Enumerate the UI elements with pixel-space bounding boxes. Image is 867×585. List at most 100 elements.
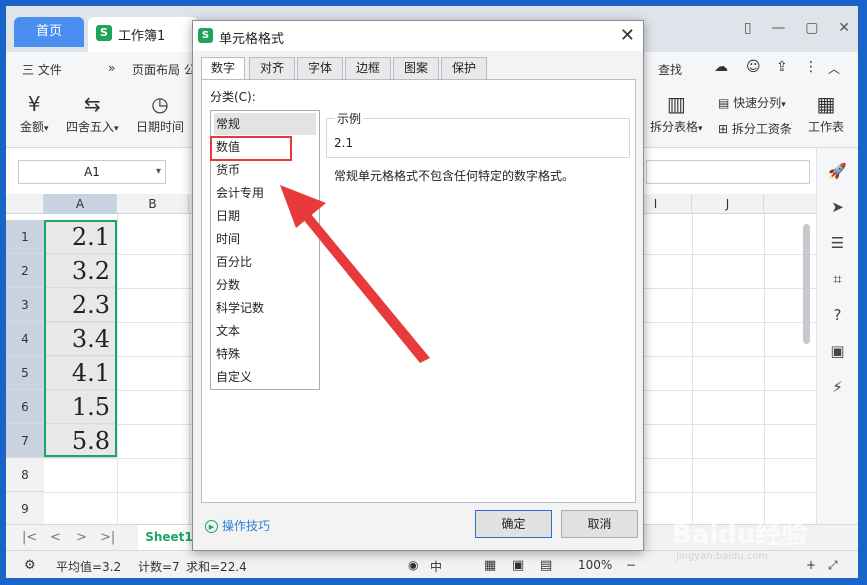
collapse-ribbon-icon[interactable]: ︿ [828, 60, 840, 77]
zoom-level[interactable]: 100% [578, 558, 612, 572]
zoom-out-icon[interactable]: − [626, 558, 636, 572]
row-header[interactable]: 9 [6, 492, 44, 524]
category-item-percentage[interactable]: 百分比 [214, 251, 316, 273]
category-item-time[interactable]: 时间 [214, 228, 316, 250]
column-header-b[interactable]: B [117, 194, 189, 214]
layout-icon[interactable]: ▯ [744, 20, 752, 36]
crop-icon[interactable]: ⌗ [817, 270, 858, 292]
currency-button[interactable]: ¥ 金额▾ [20, 90, 49, 135]
vertical-scrollbar[interactable] [800, 214, 812, 354]
rocket-icon[interactable]: 🚀 [817, 162, 858, 184]
category-item-accounting[interactable]: 会计专用 [214, 182, 316, 204]
category-item-scientific[interactable]: 科学记数 [214, 297, 316, 319]
dialog-title: 单元格格式 [219, 32, 285, 47]
select-all-corner[interactable] [6, 194, 44, 214]
quick-split-icon: ▤ [718, 96, 730, 110]
macro-icon[interactable]: ⚙ [24, 558, 36, 573]
scrollbar-thumb[interactable] [803, 224, 810, 344]
row-header[interactable]: 3 [6, 288, 44, 322]
close-icon[interactable]: ✕ [620, 25, 635, 46]
datetime-button[interactable]: ◷ 日期时间 [136, 90, 184, 135]
selection-range [44, 220, 117, 457]
category-item-custom[interactable]: 自定义 [214, 366, 316, 388]
gridline [117, 214, 118, 524]
page-view-icon[interactable]: ▣ [512, 558, 524, 573]
zoom-in-icon[interactable]: + [806, 558, 816, 572]
prev-sheet-icon[interactable]: < [50, 530, 61, 545]
cursor-icon[interactable]: ➤ [817, 198, 858, 220]
tab-protection[interactable]: 保护 [441, 57, 487, 79]
column-header-a[interactable]: A [44, 194, 117, 214]
image-icon[interactable]: ▣ [817, 342, 858, 364]
row-header[interactable]: 5 [6, 356, 44, 390]
tab-border[interactable]: 边框 [345, 57, 391, 79]
layout-view-icon[interactable]: ▤ [540, 558, 552, 573]
category-item-date[interactable]: 日期 [214, 205, 316, 227]
formula-input[interactable] [646, 160, 810, 184]
row-header[interactable]: 7 [6, 424, 44, 458]
wps-sheet-logo-icon: S [198, 28, 213, 43]
number-tab-panel: 分类(C): 常规 数值 货币 会计专用 日期 时间 百分比 分数 科学记数 文… [201, 79, 636, 503]
more-menu[interactable]: » [108, 61, 115, 75]
home-tab[interactable]: 首页 [14, 17, 84, 47]
next-sheet-icon[interactable]: > [76, 530, 87, 545]
baidu-watermark-url: jingyan.baidu.com [676, 551, 769, 562]
category-item-text[interactable]: 文本 [214, 320, 316, 342]
minimize-icon[interactable]: — [771, 20, 785, 36]
category-item-special[interactable]: 特殊 [214, 343, 316, 365]
round-button[interactable]: ⇆ 四舍五入▾ [66, 90, 119, 135]
split-payroll-button[interactable]: ⊞ 拆分工资条 [718, 120, 792, 137]
category-item-fraction[interactable]: 分数 [214, 274, 316, 296]
tab-number[interactable]: 数字 [201, 57, 245, 80]
document-tab[interactable]: S 工作簿1 [88, 17, 198, 52]
status-count: 计数=7 [138, 560, 180, 574]
sliders-icon[interactable]: ☰ [817, 234, 858, 256]
name-box[interactable]: A1 ▾ [18, 160, 166, 184]
tab-alignment[interactable]: 对齐 [249, 57, 295, 79]
name-box-dropdown-icon[interactable]: ▾ [156, 161, 161, 183]
worksheet-label: 工作表 [808, 120, 845, 134]
dialog-title-bar: S 单元格格式 ✕ [193, 21, 643, 51]
category-item-general[interactable]: 常规 [214, 113, 316, 135]
split-table-label: 拆分表格 [650, 120, 699, 134]
tab-font[interactable]: 字体 [297, 57, 343, 79]
first-sheet-icon[interactable]: |< [22, 530, 37, 545]
maximize-icon[interactable]: ▢ [805, 20, 818, 36]
close-window-icon[interactable]: ✕ [838, 20, 850, 36]
search-link[interactable]: 查找 [658, 61, 682, 78]
currency-label: 金额 [20, 120, 45, 134]
user-icon[interactable]: ☺ [746, 59, 761, 75]
category-item-currency[interactable]: 货币 [214, 159, 316, 181]
row-header[interactable]: 6 [6, 390, 44, 424]
worksheet-icon: ▦ [816, 92, 836, 116]
row-header[interactable]: 4 [6, 322, 44, 356]
input-lang[interactable]: 中 [430, 558, 442, 575]
help-icon[interactable]: ? [817, 306, 858, 328]
gridline [189, 214, 190, 524]
row-header[interactable]: 8 [6, 458, 44, 492]
normal-view-icon[interactable]: ▦ [484, 558, 496, 573]
lightning-icon[interactable]: ⚡ [817, 378, 858, 400]
sheet-tab[interactable]: Sheet1 [138, 525, 200, 550]
ok-button[interactable]: 确定 [475, 510, 552, 538]
name-box-value: A1 [84, 165, 100, 179]
eye-icon[interactable]: ◉ [408, 558, 418, 572]
share-icon[interactable]: ⇪ [776, 59, 788, 75]
operation-tips-link[interactable]: ▶ 操作技巧 [205, 517, 270, 534]
tab-pattern[interactable]: 图案 [393, 57, 439, 79]
column-header-j[interactable]: J [692, 194, 764, 214]
last-sheet-icon[interactable]: >| [100, 530, 115, 545]
split-table-button[interactable]: ▥ 拆分表格▾ [650, 90, 703, 135]
quick-split-button[interactable]: ▤ 快速分列▾ [718, 94, 786, 111]
yen-icon: ¥ [27, 92, 41, 116]
file-menu[interactable]: 三 文件 [22, 61, 62, 78]
row-header[interactable]: 2 [6, 254, 44, 288]
worksheet-button[interactable]: ▦ 工作表 [808, 90, 844, 135]
page-layout-menu[interactable]: 页面布局 公 [132, 61, 196, 78]
more-options-icon[interactable]: ⋮ [804, 59, 818, 75]
document-tab-label: 工作簿1 [118, 29, 166, 44]
cloud-icon[interactable]: ☁ [714, 59, 728, 75]
fullscreen-icon[interactable]: ⤢ [828, 558, 838, 573]
cancel-button[interactable]: 取消 [561, 510, 638, 538]
row-header[interactable]: 1 [6, 220, 44, 254]
